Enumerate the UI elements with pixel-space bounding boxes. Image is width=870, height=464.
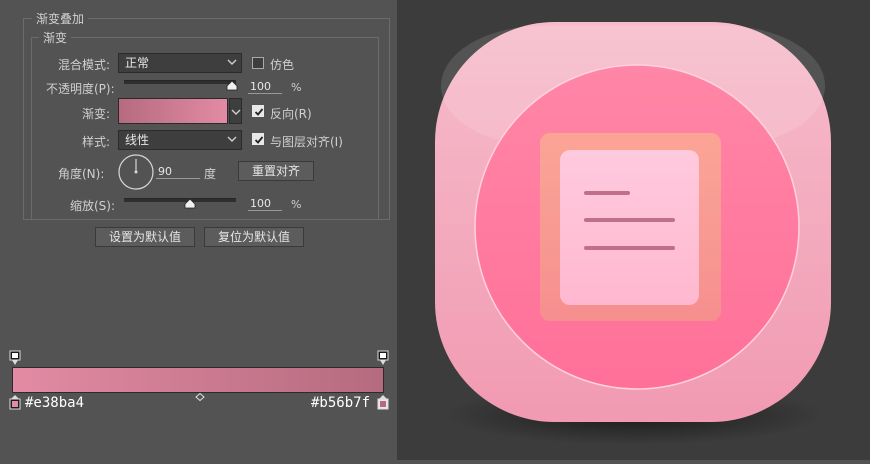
style-select[interactable]: 线性: [118, 130, 242, 150]
layer-style-panel: 渐变叠加 渐变 混合模式: 正常 仿色 不透明度(P): 100 % 渐变: 反…: [0, 0, 397, 460]
opacity-slider-handle[interactable]: [226, 81, 238, 91]
style-label: 样式:: [82, 135, 111, 149]
left-color-stop[interactable]: [9, 395, 21, 410]
set-default-button[interactable]: 设置为默认值: [95, 227, 195, 247]
opacity-label: 不透明度(P):: [46, 82, 115, 96]
gradient-label: 渐变:: [82, 107, 111, 121]
document-app-icon: [435, 22, 831, 445]
scale-slider[interactable]: [124, 198, 236, 202]
opacity-unit: %: [291, 81, 302, 94]
section-title: 渐变叠加: [32, 10, 89, 27]
chevron-down-icon: [231, 109, 241, 115]
opacity-value[interactable]: 100: [248, 80, 282, 94]
group-title: 渐变: [39, 29, 72, 46]
document-page-icon: [560, 150, 699, 305]
blend-mode-label: 混合模式:: [58, 58, 111, 72]
left-color-hex: #e38ba4: [25, 395, 85, 411]
reverse-checkbox[interactable]: [252, 105, 264, 117]
gradient-bar[interactable]: [12, 367, 384, 393]
gradient-swatch[interactable]: [118, 98, 228, 124]
blend-mode-select[interactable]: 正常: [118, 53, 242, 73]
scale-unit: %: [291, 198, 302, 211]
checkmark-icon: [254, 108, 264, 116]
icon-preview-canvas: [397, 0, 870, 460]
left-opacity-stop[interactable]: [9, 350, 21, 366]
opacity-slider[interactable]: [124, 80, 236, 84]
gradient-dropdown[interactable]: [229, 98, 242, 124]
midpoint-diamond[interactable]: [195, 393, 205, 401]
reset-default-button[interactable]: 复位为默认值: [204, 227, 304, 247]
scale-value[interactable]: 100: [248, 197, 282, 211]
angle-dial[interactable]: [117, 153, 155, 191]
right-color-hex: #b56b7f: [311, 395, 371, 411]
align-label: 与图层对齐(I): [270, 135, 343, 149]
scale-label: 缩放(S):: [70, 199, 116, 213]
checkmark-icon: [254, 136, 264, 144]
chevron-down-icon: [227, 59, 237, 65]
dither-label: 仿色: [270, 58, 295, 72]
blend-mode-value: 正常: [125, 56, 150, 70]
scale-slider-handle[interactable]: [184, 199, 196, 209]
right-opacity-stop[interactable]: [377, 350, 389, 366]
angle-value[interactable]: 90: [156, 165, 200, 179]
align-checkbox[interactable]: [252, 133, 264, 145]
angle-unit: 度: [204, 167, 217, 181]
dither-checkbox[interactable]: [252, 57, 264, 69]
right-color-stop[interactable]: [377, 395, 389, 410]
style-value: 线性: [125, 133, 150, 147]
angle-label: 角度(N):: [58, 167, 105, 181]
reset-align-button[interactable]: 重置对齐: [238, 161, 314, 181]
chevron-down-icon: [227, 136, 237, 142]
reverse-label: 反向(R): [270, 107, 312, 121]
